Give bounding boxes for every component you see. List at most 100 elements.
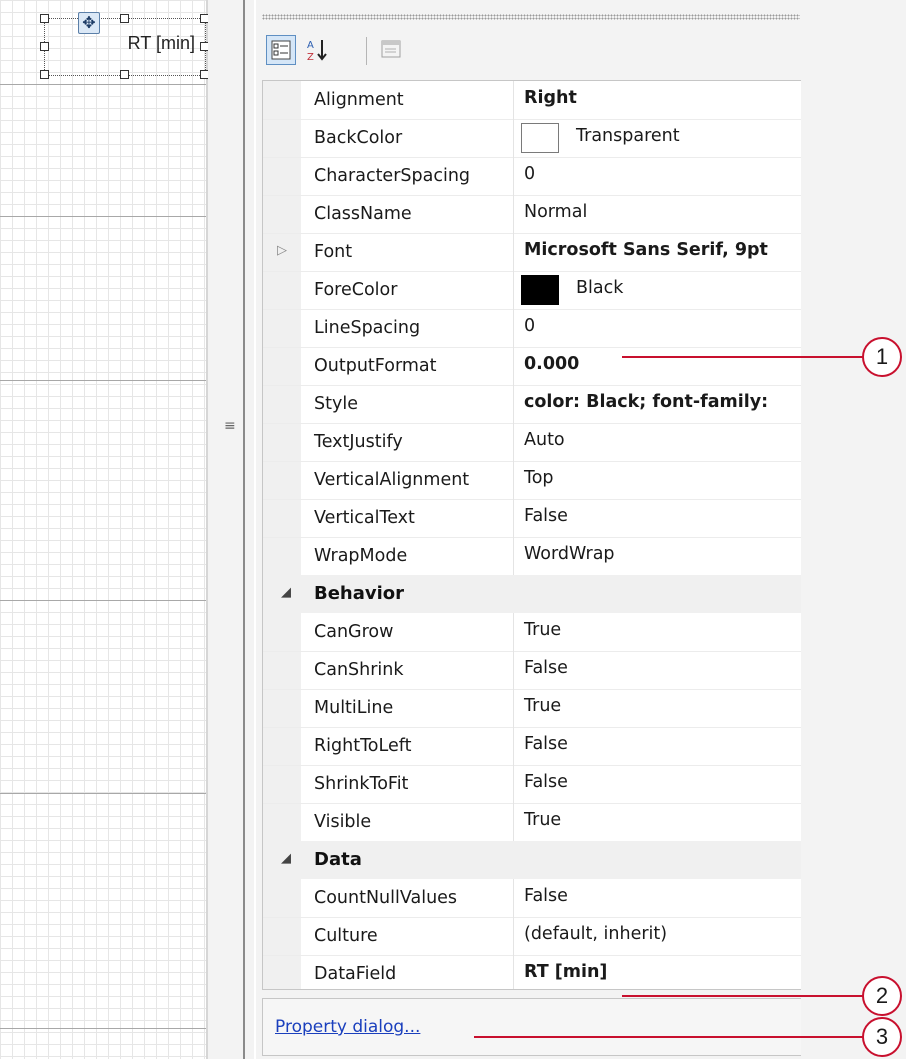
property-value[interactable]: Microsoft Sans Serif, 9pt xyxy=(524,240,768,260)
property-value[interactable]: True xyxy=(524,696,561,716)
property-row-canshrink[interactable]: CanShrink False xyxy=(263,651,801,690)
callout-line-3 xyxy=(474,1036,866,1038)
property-value[interactable]: 0 xyxy=(524,316,535,336)
section-divider xyxy=(0,380,208,381)
property-name: WrapMode xyxy=(314,546,408,566)
property-value[interactable]: False xyxy=(524,734,568,754)
resize-handle-right[interactable] xyxy=(200,42,208,51)
property-value[interactable]: False xyxy=(524,886,568,906)
callout-line-1 xyxy=(622,356,866,358)
property-name: ForeColor xyxy=(314,280,398,300)
property-row-font[interactable]: ▷ Font Microsoft Sans Serif, 9pt xyxy=(263,233,801,272)
resize-handle-top[interactable] xyxy=(120,14,129,23)
panel-splitter[interactable] xyxy=(208,0,254,1059)
svg-text:A: A xyxy=(307,40,314,51)
property-value[interactable]: WordWrap xyxy=(524,544,615,564)
property-name: CountNullValues xyxy=(314,888,458,908)
expand-triangle-icon[interactable]: ▷ xyxy=(277,243,287,258)
property-row-wrapmode[interactable]: WrapMode WordWrap xyxy=(263,537,801,576)
property-name: VerticalText xyxy=(314,508,415,528)
property-value[interactable]: Normal xyxy=(524,202,587,222)
property-name: MultiLine xyxy=(314,698,394,718)
property-value[interactable]: RT [min] xyxy=(524,962,607,982)
categorized-view-icon[interactable] xyxy=(266,35,296,65)
color-swatch xyxy=(521,275,559,305)
resize-handle-top-left[interactable] xyxy=(40,14,49,23)
sort-alphabetical-icon[interactable]: A Z xyxy=(302,35,332,65)
property-name: Alignment xyxy=(314,90,404,110)
property-value[interactable]: False xyxy=(524,658,568,678)
category-behavior[interactable]: ◢ Behavior xyxy=(263,575,801,613)
property-row-classname[interactable]: ClassName Normal xyxy=(263,195,801,234)
callout-badge-3: 3 xyxy=(862,1017,902,1057)
property-row-visible[interactable]: Visible True xyxy=(263,803,801,842)
property-row-datafield[interactable]: DataField RT [min] xyxy=(263,955,801,989)
commands-pane: Property dialog... xyxy=(262,998,801,1056)
category-label: Data xyxy=(314,849,362,870)
callout-line-2 xyxy=(622,995,866,997)
property-row-verticalalignment[interactable]: VerticalAlignment Top xyxy=(263,461,801,500)
property-grid: Alignment Right BackColor Transparent Ch… xyxy=(262,80,801,990)
property-row-outputformat[interactable]: OutputFormat 0.000 xyxy=(263,347,801,386)
property-row-multiline[interactable]: MultiLine True xyxy=(263,689,801,728)
section-divider xyxy=(0,793,208,794)
property-value[interactable]: Black xyxy=(576,278,623,298)
collapse-triangle-icon[interactable]: ◢ xyxy=(281,851,291,866)
section-divider xyxy=(0,216,208,217)
property-dialog-link[interactable]: Property dialog... xyxy=(275,1017,420,1037)
property-name: VerticalAlignment xyxy=(314,470,470,490)
property-row-textjustify[interactable]: TextJustify Auto xyxy=(263,423,801,462)
category-data[interactable]: ◢ Data xyxy=(263,841,801,879)
property-value[interactable]: color: Black; font-family: xyxy=(524,392,768,412)
property-value[interactable]: False xyxy=(524,506,568,526)
resize-handle-bottom[interactable] xyxy=(120,70,129,79)
property-row-righttoleft[interactable]: RightToLeft False xyxy=(263,727,801,766)
property-row-backcolor[interactable]: BackColor Transparent xyxy=(263,119,801,158)
property-value[interactable]: (default, inherit) xyxy=(524,924,667,944)
property-row-verticaltext[interactable]: VerticalText False xyxy=(263,499,801,538)
property-row-culture[interactable]: Culture (default, inherit) xyxy=(263,917,801,956)
property-row-forecolor[interactable]: ForeColor Black xyxy=(263,271,801,310)
property-row-shrinktofit[interactable]: ShrinkToFit False xyxy=(263,765,801,804)
property-name: ClassName xyxy=(314,204,412,224)
splitter-border xyxy=(243,0,245,1059)
property-value[interactable]: Auto xyxy=(524,430,565,450)
move-icon[interactable]: ✥ xyxy=(78,12,100,34)
property-value[interactable]: 0.000 xyxy=(524,354,579,374)
property-value[interactable]: Right xyxy=(524,88,577,108)
property-row-countnullvalues[interactable]: CountNullValues False xyxy=(263,879,801,918)
property-name: DataField xyxy=(314,964,397,984)
property-value[interactable]: False xyxy=(524,772,568,792)
property-row-linespacing[interactable]: LineSpacing 0 xyxy=(263,309,801,348)
property-name: ShrinkToFit xyxy=(314,774,409,794)
property-value[interactable]: Top xyxy=(524,468,554,488)
property-value[interactable]: 0 xyxy=(524,164,535,184)
panel-title-grip xyxy=(262,14,800,20)
property-name: RightToLeft xyxy=(314,736,412,756)
property-name: Visible xyxy=(314,812,372,832)
toolbar-separator xyxy=(366,37,367,65)
property-value[interactable]: True xyxy=(524,620,561,640)
property-row-alignment[interactable]: Alignment Right xyxy=(263,81,801,120)
property-value[interactable]: True xyxy=(524,810,561,830)
property-name: CanShrink xyxy=(314,660,404,680)
selected-textbox-control[interactable]: RT [min] xyxy=(44,18,206,76)
category-label: Behavior xyxy=(314,583,405,604)
section-divider xyxy=(0,84,208,85)
grip-icon[interactable]: ≡ xyxy=(224,418,236,434)
property-row-style[interactable]: Style color: Black; font-family: xyxy=(263,385,801,424)
property-name: CharacterSpacing xyxy=(314,166,471,186)
property-row-characterspacing[interactable]: CharacterSpacing 0 xyxy=(263,157,801,196)
property-value[interactable]: Transparent xyxy=(576,126,680,146)
property-name: Font xyxy=(314,242,353,262)
resize-handle-top-right[interactable] xyxy=(200,14,208,23)
resize-handle-left[interactable] xyxy=(40,42,49,51)
report-design-surface[interactable]: RT [min] ✥ xyxy=(0,0,208,1059)
property-pages-icon[interactable] xyxy=(376,35,406,65)
property-row-cangrow[interactable]: CanGrow True xyxy=(263,613,801,652)
section-divider xyxy=(0,1028,208,1029)
resize-handle-bottom-right[interactable] xyxy=(200,70,208,79)
resize-handle-bottom-left[interactable] xyxy=(40,70,49,79)
property-name: Culture xyxy=(314,926,378,946)
collapse-triangle-icon[interactable]: ◢ xyxy=(281,585,291,600)
